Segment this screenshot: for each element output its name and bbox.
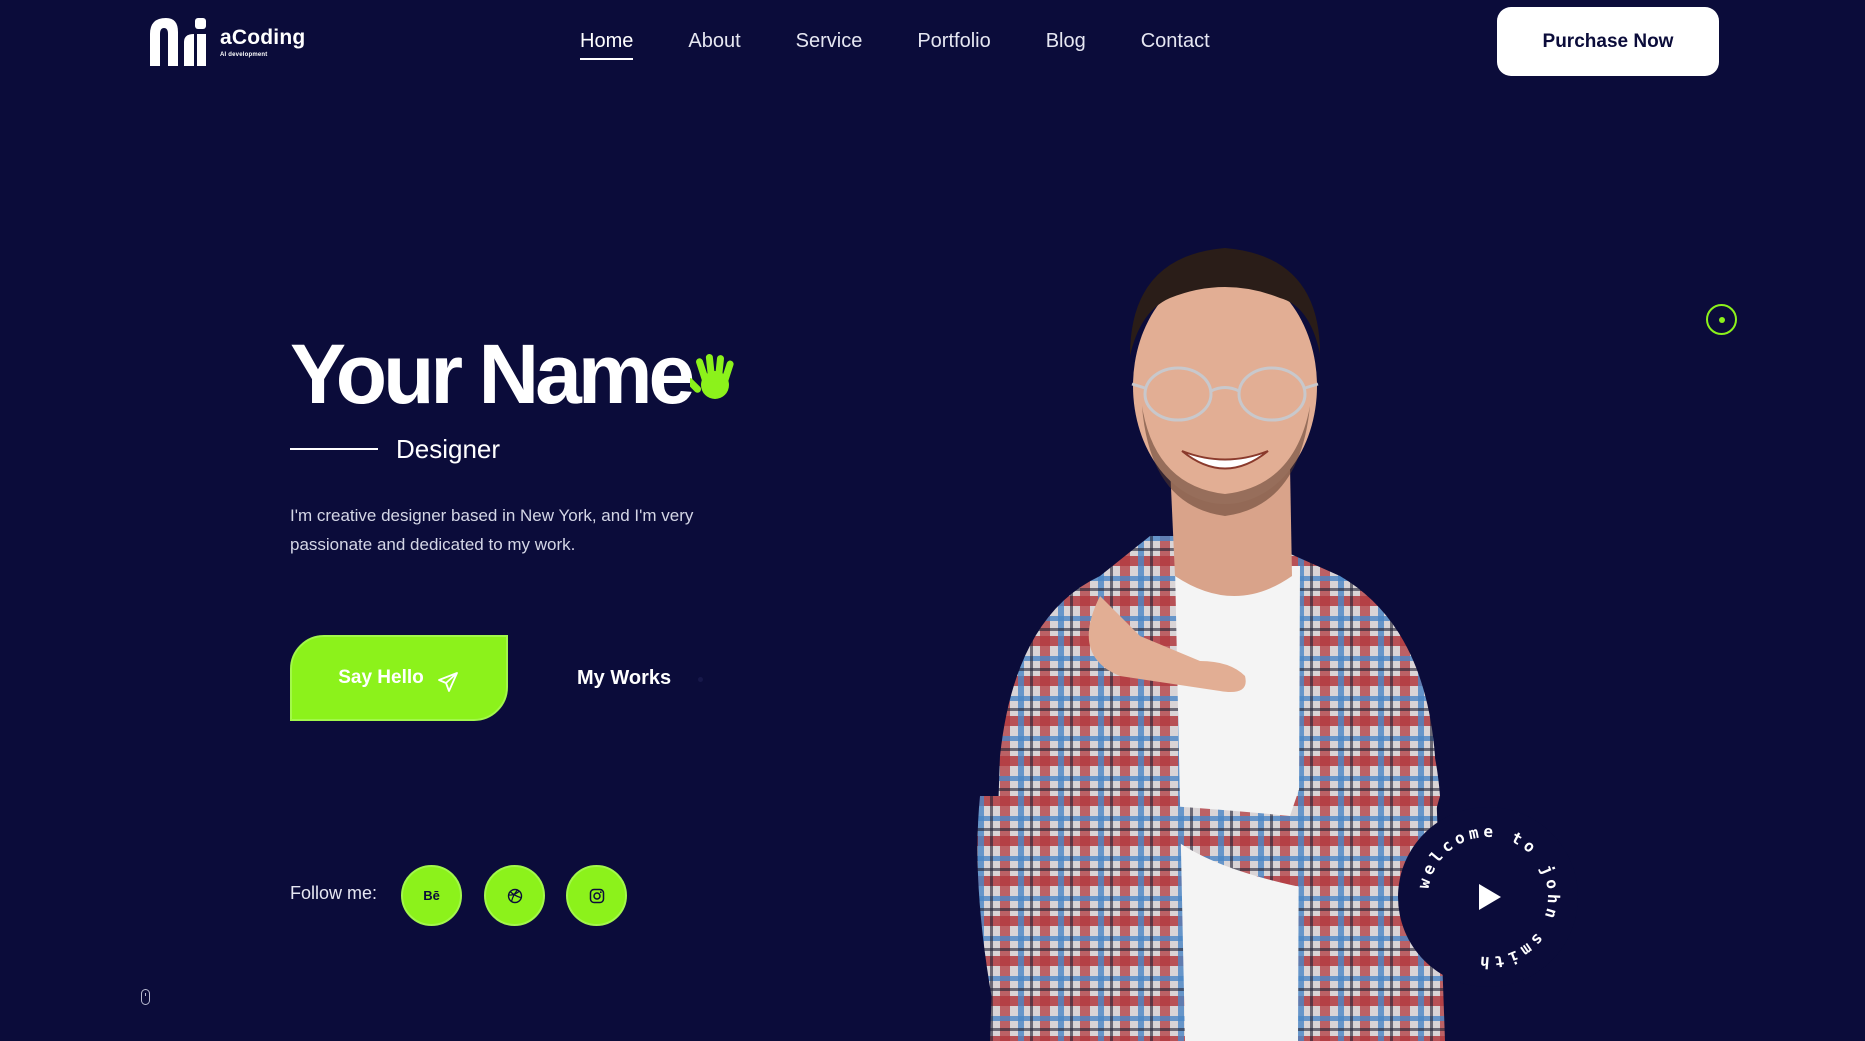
- scroll-mouse-icon[interactable]: [141, 989, 150, 1005]
- welcome-video-badge[interactable]: welcome to john smith: [1396, 805, 1580, 989]
- purchase-now-button[interactable]: Purchase Now: [1497, 7, 1719, 76]
- nav-blog[interactable]: Blog: [1046, 28, 1086, 60]
- nav-contact[interactable]: Contact: [1141, 28, 1210, 60]
- follow-label: Follow me:: [290, 883, 378, 903]
- brand-logo[interactable]: aCoding AI development: [148, 16, 305, 68]
- nav-portfolio[interactable]: Portfolio: [917, 28, 990, 60]
- brand-name: aCoding: [220, 25, 306, 49]
- my-works-arrow-icon: [698, 677, 703, 682]
- instagram-icon: [589, 888, 604, 903]
- say-hello-button[interactable]: Say Hello: [290, 635, 508, 721]
- role-divider: [290, 448, 378, 450]
- nav-about[interactable]: About: [688, 28, 740, 60]
- paper-plane-icon: [437, 672, 458, 692]
- nav-home[interactable]: Home: [580, 28, 634, 60]
- target-ring-icon: [1706, 304, 1737, 335]
- my-works-button[interactable]: My Works: [577, 665, 671, 691]
- hero-role: Designer: [396, 434, 501, 464]
- waving-hand-icon: [690, 354, 734, 399]
- hero-name: Your Name: [290, 327, 695, 421]
- logo-mark-icon: [150, 18, 206, 66]
- behance-button[interactable]: Bē: [401, 865, 462, 926]
- behance-icon: Bē: [423, 888, 440, 903]
- brand-tagline: AI development: [220, 51, 268, 58]
- dribbble-button[interactable]: [484, 865, 545, 926]
- dribbble-icon: [507, 888, 522, 903]
- nav-service[interactable]: Service: [796, 28, 863, 60]
- hero-description: I'm creative designer based in New York,…: [290, 506, 694, 554]
- instagram-button[interactable]: [566, 865, 627, 926]
- main-nav: Home About Service Portfolio Blog Contac…: [580, 28, 1265, 60]
- say-hello-label: Say Hello: [338, 667, 424, 688]
